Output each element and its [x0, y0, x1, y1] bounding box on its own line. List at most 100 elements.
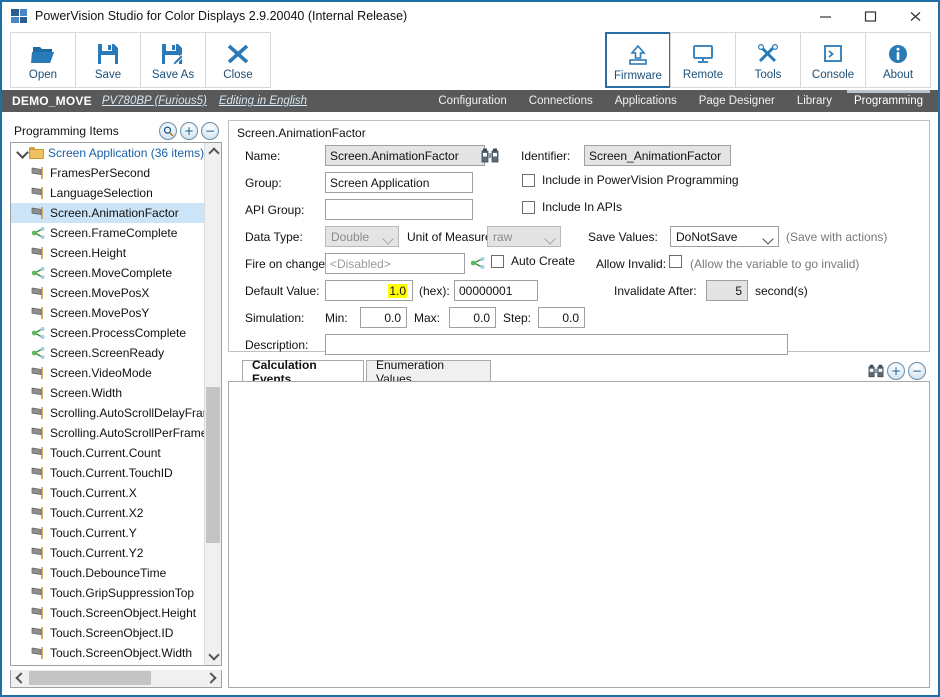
device-name-link[interactable]: PV780BP (Furious5) [102, 95, 207, 107]
save-values-value: DoNotSave [676, 229, 738, 244]
simulation-max-field[interactable]: 0.0 [449, 307, 496, 328]
open-button[interactable]: Open [10, 32, 76, 88]
api-group-field[interactable] [325, 199, 473, 220]
tab-page-designer[interactable]: Page Designer [688, 90, 786, 112]
tab-applications[interactable]: Applications [604, 90, 688, 112]
binoculars-icon[interactable] [481, 147, 499, 164]
tree-vertical-scrollbar[interactable] [204, 143, 221, 665]
tree-horizontal-scrollbar[interactable] [10, 670, 222, 688]
tools-button[interactable]: Tools [735, 32, 801, 88]
tree-item-touch-current-x[interactable]: Touch.Current.X [11, 483, 204, 503]
remove-icon[interactable]: − [201, 122, 219, 140]
minimize-button[interactable] [803, 2, 848, 30]
tree-item-screen-width[interactable]: Screen.Width [11, 383, 204, 403]
checkbox-box[interactable] [491, 254, 504, 268]
include-in-powervision-programming-checkbox[interactable]: Include in PowerVision Programming [522, 173, 739, 187]
description-field[interactable] [325, 334, 788, 355]
tree-item-screen-screenready[interactable]: Screen.ScreenReady [11, 343, 204, 363]
tab-library[interactable]: Library [786, 90, 843, 112]
simulation-step-field[interactable]: 0.0 [538, 307, 585, 328]
tree-item-label: Screen.ScreenReady [50, 346, 165, 360]
remote-button[interactable]: Remote [670, 32, 736, 88]
identifier-field[interactable]: Screen_AnimationFactor [584, 145, 731, 166]
remove-icon[interactable]: − [908, 362, 926, 380]
hex-value-field[interactable]: 00000001 [454, 280, 538, 301]
tree-item-screen-videomode[interactable]: Screen.VideoMode [11, 363, 204, 383]
scroll-up-arrow-icon[interactable] [205, 143, 221, 160]
tree-item-screen-moveposx[interactable]: Screen.MovePosX [11, 283, 204, 303]
tree-item-touch-screenobject-height[interactable]: Touch.ScreenObject.Height [11, 603, 204, 623]
tree-item-scrolling-autoscrolldelayframes[interactable]: Scrolling.AutoScrollDelayFram [11, 403, 204, 423]
tree-root-screen-application[interactable]: Screen Application (36 items) [11, 143, 204, 163]
about-button[interactable]: About [865, 32, 931, 88]
flag-icon [31, 606, 46, 620]
tree-item-touch-debouncetime[interactable]: Touch.DebounceTime [11, 563, 204, 583]
close-button[interactable] [893, 2, 938, 30]
tree-item-scrolling-autoscrollperframe[interactable]: Scrolling.AutoScrollPerFrame [11, 423, 204, 443]
tree-item-touch-screenobject-width[interactable]: Touch.ScreenObject.Width [11, 643, 204, 663]
calculation-events-list[interactable] [228, 381, 930, 688]
fire-on-change-field[interactable]: <Disabled> [325, 253, 465, 274]
default-value-field[interactable]: 1.0 [325, 280, 413, 301]
tree-item-label: Screen.Height [50, 246, 127, 260]
tree-item-framespersecond[interactable]: FramesPerSecond [11, 163, 204, 183]
tree-item-touch-current-y[interactable]: Touch.Current.Y [11, 523, 204, 543]
tree-item-screen-animationfactor[interactable]: Screen.AnimationFactor [11, 203, 204, 223]
name-field[interactable]: Screen.AnimationFactor [325, 145, 485, 166]
tree-item-screen-moveposy[interactable]: Screen.MovePosY [11, 303, 204, 323]
tab-enumeration-values[interactable]: Enumeration Values [366, 358, 491, 386]
unit-of-measure-select[interactable]: raw [487, 226, 561, 247]
scroll-right-arrow-icon[interactable] [204, 670, 221, 686]
firmware-button[interactable]: Firmware [605, 32, 671, 88]
console-button[interactable]: Console [800, 32, 866, 88]
add-icon[interactable]: + [180, 122, 198, 140]
tree-scrollbar-thumb[interactable] [206, 387, 220, 543]
tree-item-languageselection[interactable]: LanguageSelection [11, 183, 204, 203]
tree-item-screen-movecomplete[interactable]: Screen.MoveComplete [11, 263, 204, 283]
tree-hscrollbar-thumb[interactable] [29, 671, 151, 685]
include-in-apis-checkbox[interactable]: Include In APIs [522, 200, 622, 214]
tree-item-touch-current-touchid[interactable]: Touch.Current.TouchID [11, 463, 204, 483]
data-type-select[interactable]: Double [325, 226, 399, 247]
save-as-button[interactable]: Save As [140, 32, 206, 88]
save-button[interactable]: Save [75, 32, 141, 88]
tree-item-partial[interactable] [11, 663, 204, 665]
save-values-select[interactable]: DoNotSave [670, 226, 779, 247]
tree-item-label: Touch.Current.X [50, 486, 137, 500]
close-file-button[interactable]: Close [205, 32, 271, 88]
tab-configuration[interactable]: Configuration [427, 90, 517, 112]
checkbox-box[interactable] [522, 173, 535, 187]
tree-item-touch-current-x2[interactable]: Touch.Current.X2 [11, 503, 204, 523]
add-icon[interactable]: + [887, 362, 905, 380]
tree-item-touch-current-y2[interactable]: Touch.Current.Y2 [11, 543, 204, 563]
editing-language-link[interactable]: Editing in English [219, 95, 307, 107]
event-node-icon[interactable] [470, 255, 486, 271]
expand-collapse-chevron-icon[interactable] [15, 145, 29, 159]
tree-item-touch-screenobject-id[interactable]: Touch.ScreenObject.ID [11, 623, 204, 643]
auto-create-label: Auto Create [511, 254, 576, 268]
module-tabs: Configuration Connections Applications P… [427, 90, 934, 112]
checkbox-box[interactable] [522, 200, 535, 214]
tree-item-screen-height[interactable]: Screen.Height [11, 243, 204, 263]
invalidate-after-field[interactable]: 5 [706, 280, 748, 301]
binoculars-icon[interactable] [868, 363, 884, 379]
tab-connections[interactable]: Connections [518, 90, 604, 112]
scroll-down-arrow-icon[interactable] [205, 648, 221, 665]
step-label: Step: [503, 311, 532, 325]
scroll-left-arrow-icon[interactable] [11, 670, 28, 686]
tab-programming[interactable]: Programming [843, 90, 934, 112]
group-field[interactable]: Screen Application [325, 172, 473, 193]
allow-invalid-checkbox[interactable] [669, 255, 682, 268]
tab-calculation-events[interactable]: Calculation Events [242, 358, 364, 386]
auto-create-checkbox[interactable]: Auto Create [491, 254, 575, 268]
tree-item-label: Touch.ScreenObject.Width [50, 646, 193, 660]
content-area: Programming Items + − Screen Application… [2, 112, 938, 695]
simulation-min-field[interactable]: 0.0 [360, 307, 407, 328]
tree-item-touch-current-count[interactable]: Touch.Current.Count [11, 443, 204, 463]
tree-item-screen-processcomplete[interactable]: Screen.ProcessComplete [11, 323, 204, 343]
file-toolbar-group: Open Save Save As Close [10, 32, 271, 88]
tree-item-touch-gripsuppressiontop[interactable]: Touch.GripSuppressionTop [11, 583, 204, 603]
tree-item-screen-framecomplete[interactable]: Screen.FrameComplete [11, 223, 204, 243]
maximize-button[interactable] [848, 2, 893, 30]
search-icon[interactable] [159, 122, 177, 140]
